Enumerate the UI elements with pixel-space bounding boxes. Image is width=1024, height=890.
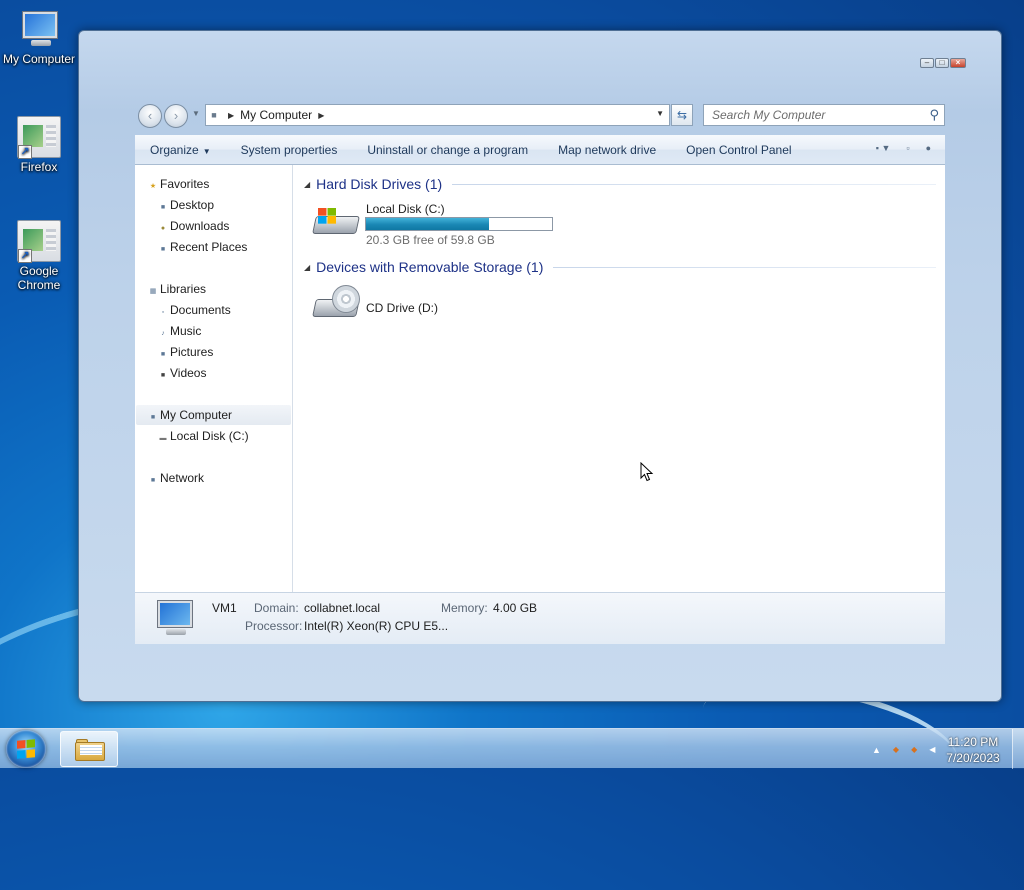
videos-icon: ■ <box>160 372 166 379</box>
system-tray: ▲ ◆ ◆ ◀ <box>872 745 935 755</box>
maximize-button[interactable]: □ <box>935 58 949 68</box>
collapse-triangle-icon: ◢ <box>304 262 311 272</box>
nav-network[interactable]: ■ Network <box>146 468 204 488</box>
organize-button[interactable]: Organize ▼ <box>135 135 226 165</box>
memory-value: 4.00 GB <box>493 601 538 615</box>
desktop-icon-label: Firefox <box>20 160 58 174</box>
desktop-icon-label: My Computer <box>2 52 76 66</box>
computer-icon <box>153 599 197 639</box>
nav-favorites[interactable]: ★ Favorites <box>146 174 210 194</box>
recent-places-icon: ■ <box>160 246 166 253</box>
music-icon: ♪ <box>161 330 165 337</box>
libraries-icon: ▦ <box>149 288 157 295</box>
command-bar: Organize ▼ System properties Uninstall or… <box>135 135 945 165</box>
show-hidden-icons-icon[interactable]: ▲ <box>872 745 881 755</box>
windows-logo-icon <box>17 739 35 759</box>
window-controls: – □ × <box>920 58 966 68</box>
desktop-icon-label: Google Chrome <box>17 264 61 292</box>
nav-downloads[interactable]: ● Downloads <box>156 216 230 236</box>
breadcrumb-chevron-icon[interactable]: ▶ <box>318 111 324 120</box>
desktop-icon: ■ <box>160 204 166 211</box>
shortcut-arrow-icon: ↗ <box>18 249 32 263</box>
map-network-drive-button[interactable]: Map network drive <box>543 135 671 165</box>
domain-value: collabnet.local <box>304 601 381 615</box>
documents-icon: ▫ <box>161 309 165 316</box>
content-area: ★ Favorites ■ Desktop ● Downloads ■ Recent P… <box>135 165 945 592</box>
cd-drive-icon <box>312 285 362 323</box>
nav-libraries[interactable]: ▦ Libraries <box>146 279 206 299</box>
nav-videos[interactable]: ■ Videos <box>156 363 207 383</box>
clock-time: 11:20 PM <box>947 735 999 749</box>
action-center-icon[interactable]: ◆ <box>893 745 899 755</box>
nav-my-computer[interactable]: ■ My Computer <box>136 405 291 425</box>
view-options-icon[interactable]: ▪ ▼ <box>876 143 891 153</box>
drive-icon: ▬ <box>159 435 167 442</box>
breadcrumb-chevron-icon[interactable]: ▶ <box>228 111 234 120</box>
network-icon: ■ <box>150 477 156 484</box>
processor-label: Processor: <box>245 619 303 633</box>
mouse-cursor-icon <box>640 462 654 482</box>
group-header-hard-disks[interactable]: ◢ Hard Disk Drives (1) <box>304 174 936 194</box>
address-dropdown-icon[interactable]: ▼ <box>656 109 664 118</box>
volume-icon[interactable]: ◀ <box>929 745 935 755</box>
disk-usage-bar <box>365 217 553 231</box>
drive-free-space: 20.3 GB free of 59.8 GB <box>366 233 495 247</box>
collapse-triangle-icon: ◢ <box>304 179 311 189</box>
search-input[interactable] <box>710 107 915 123</box>
taskbar-explorer-button[interactable] <box>60 731 118 767</box>
star-icon: ★ <box>149 183 157 190</box>
uninstall-program-button[interactable]: Uninstall or change a program <box>352 135 543 165</box>
processor-value: Intel(R) Xeon(R) CPU E5... <box>304 619 449 633</box>
preview-pane-icon[interactable]: ▫ <box>906 143 909 153</box>
nav-desktop[interactable]: ■ Desktop <box>156 195 214 215</box>
show-desktop-button[interactable] <box>1012 729 1024 769</box>
address-bar[interactable]: ■ ▶ My Computer ▶ ▼ <box>205 104 670 126</box>
close-button[interactable]: × <box>950 58 966 68</box>
application-icon: ↗ <box>17 116 61 159</box>
nav-recent-places[interactable]: ■ Recent Places <box>156 237 248 257</box>
back-button[interactable]: ‹ <box>138 104 162 128</box>
search-box[interactable]: ⚲ <box>703 104 945 126</box>
breadcrumb-my-computer[interactable]: My Computer <box>240 108 312 122</box>
recent-pages-dropdown[interactable]: ▼ <box>192 109 200 118</box>
help-icon[interactable]: ● <box>926 143 931 153</box>
memory-label: Memory: <box>441 601 488 615</box>
refresh-button[interactable]: ⇆ <box>671 104 693 126</box>
group-header-removable-storage[interactable]: ◢ Devices with Removable Storage (1) <box>304 257 936 277</box>
details-pane: VM1 Domain: collabnet.local Memory: 4.00… <box>135 592 945 644</box>
desktop-icon-my-computer[interactable]: My Computer <box>0 10 78 66</box>
navigation-pane: ★ Favorites ■ Desktop ● Downloads ■ Recent P… <box>135 165 293 592</box>
open-control-panel-button[interactable]: Open Control Panel <box>671 135 806 165</box>
computer-name: VM1 <box>212 601 237 615</box>
computer-icon <box>17 10 61 50</box>
system-properties-button[interactable]: System properties <box>226 135 353 165</box>
nav-music[interactable]: ♪ Music <box>156 321 201 341</box>
nav-documents[interactable]: ▫ Documents <box>156 300 231 320</box>
taskbar: ▲ ◆ ◆ ◀ 11:20 PM 7/20/2023 <box>0 728 1024 769</box>
search-icon[interactable]: ⚲ <box>929 107 939 123</box>
downloads-icon: ● <box>160 225 166 232</box>
hard-drive-icon <box>312 202 362 240</box>
desktop-icon-firefox[interactable]: ↗ Firefox <box>0 116 78 174</box>
desktop-icon-google-chrome[interactable]: ↗ Google Chrome <box>0 220 78 292</box>
start-button[interactable] <box>6 730 46 768</box>
forward-button[interactable]: › <box>164 104 188 128</box>
network-status-icon[interactable]: ◆ <box>911 745 917 755</box>
chevron-down-icon: ▼ <box>202 146 211 156</box>
application-icon: ↗ <box>17 220 61 263</box>
domain-label: Domain: <box>254 601 299 615</box>
shortcut-arrow-icon: ↗ <box>18 145 32 159</box>
navigation-bar: ‹ › ▼ ■ ▶ My Computer ▶ ▼ ⇆ ⚲ <box>135 102 945 130</box>
pictures-icon: ■ <box>160 351 166 358</box>
nav-local-disk[interactable]: ▬ Local Disk (C:) <box>156 426 249 446</box>
file-list: ◢ Hard Disk Drives (1) Local Disk (C:) 2… <box>294 165 945 592</box>
computer-icon: ■ <box>150 414 156 421</box>
minimize-button[interactable]: – <box>920 58 934 68</box>
computer-icon: ■ <box>211 110 217 120</box>
clock-date: 7/20/2023 <box>946 751 1000 765</box>
nav-pictures[interactable]: ■ Pictures <box>156 342 213 362</box>
folder-icon <box>75 739 105 761</box>
clock[interactable]: 11:20 PM 7/20/2023 <box>940 734 1006 766</box>
